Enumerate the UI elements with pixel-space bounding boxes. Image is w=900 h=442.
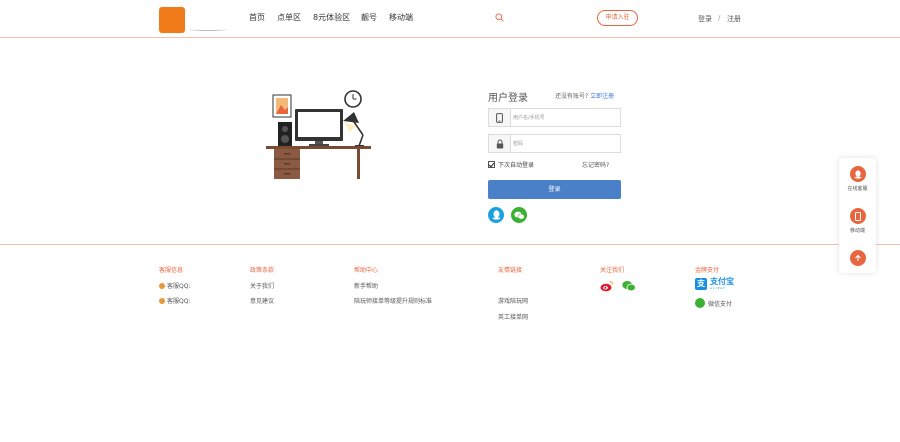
qq-avatar-icon xyxy=(159,282,165,289)
header-login-link[interactable]: 登录 xyxy=(698,14,712,24)
remember-me[interactable]: 下次自动登录 xyxy=(488,160,534,169)
apply-join-button[interactable]: 申请入驻 xyxy=(597,10,638,26)
nav-home[interactable]: 首页 xyxy=(249,12,265,23)
footer-title-links: 友情链接 xyxy=(498,267,523,274)
service-qq-2[interactable]: 客服QQ: xyxy=(159,296,190,305)
footer-divider xyxy=(0,244,900,245)
wechat-pay-icon xyxy=(695,298,705,308)
alipay-sub: ALIPAY xyxy=(710,286,726,290)
arrow-up-icon xyxy=(849,250,866,266)
logo-wordmark xyxy=(189,9,229,31)
login-title: 用户登录 xyxy=(488,93,528,104)
qq-login-icon[interactable] xyxy=(488,207,504,223)
footer-newbie-help-link[interactable]: 新手帮助 xyxy=(354,281,378,290)
phone-icon xyxy=(489,109,511,126)
search-icon[interactable] xyxy=(495,13,504,22)
mobile-label: 移动端 xyxy=(849,228,865,234)
footer-about-link[interactable]: 关于我们 xyxy=(250,281,274,290)
forgot-password-link[interactable]: 忘记密码? xyxy=(582,160,609,169)
mobile-side-button[interactable]: 移动端 xyxy=(839,208,876,234)
footer-friend-link[interactable]: 英工接单网 xyxy=(498,312,528,321)
qq-avatar-icon xyxy=(159,297,165,304)
alipay-icon: 支 xyxy=(695,278,707,290)
footer-friend-link[interactable]: 游戏陪玩网 xyxy=(498,296,528,305)
site-header: 首页 点单区 8元体验区 靓号 移动端 申请入驻 登录 / 注册 xyxy=(0,0,900,38)
username-input[interactable] xyxy=(513,110,618,125)
footer-feedback-link[interactable]: 意见建议 xyxy=(250,296,274,305)
username-field xyxy=(488,108,621,127)
weibo-icon[interactable] xyxy=(600,280,614,292)
lock-icon xyxy=(489,135,511,152)
online-service-button[interactable]: 在线客服 xyxy=(839,166,876,192)
footer-title-follow: 关注我们 xyxy=(600,267,625,274)
service-qq-label: 客服QQ: xyxy=(167,283,191,290)
desk-illustration xyxy=(266,90,371,179)
back-to-top-button[interactable] xyxy=(839,250,876,269)
alipay-logo: 支 支付宝 ALIPAY xyxy=(695,278,734,290)
wechat-pay-logo: 微信支付 xyxy=(695,298,732,308)
header-separator: / xyxy=(718,14,721,22)
footer-title-service: 客服信息 xyxy=(159,267,184,274)
service-qq-label: 客服QQ: xyxy=(167,298,191,305)
service-qq-1[interactable]: 客服QQ: xyxy=(159,281,190,290)
alipay-text: 支付宝 xyxy=(710,277,734,286)
footer-title-policy: 政策条款 xyxy=(250,267,275,274)
nav-trial-zone[interactable]: 8元体验区 xyxy=(313,12,350,23)
footer-title-help: 帮助中心 xyxy=(354,267,379,274)
service-label: 在线客服 xyxy=(847,186,868,192)
password-field xyxy=(488,134,621,153)
nav-premium-id[interactable]: 靓号 xyxy=(361,12,377,23)
register-prompt: 还没有账号? 立即注册 xyxy=(555,91,614,100)
remember-label: 下次自动登录 xyxy=(498,162,535,169)
service-icon xyxy=(849,166,866,182)
site-logo[interactable] xyxy=(159,7,185,33)
login-submit-button[interactable]: 登录 xyxy=(488,180,621,199)
mobile-phone-icon xyxy=(849,208,866,224)
register-now-link[interactable]: 立即注册 xyxy=(590,93,614,100)
logo-swoosh xyxy=(189,28,227,31)
floating-sidebar: 在线客服 移动端 xyxy=(839,158,876,273)
nav-mobile[interactable]: 移动端 xyxy=(389,12,413,23)
no-account-text: 还没有账号? xyxy=(555,93,589,100)
footer-level-rules-link[interactable]: 陪玩师接单等级提升规则标准 xyxy=(354,296,432,305)
wechat-pay-text: 微信支付 xyxy=(708,300,733,308)
password-input[interactable] xyxy=(513,136,618,151)
nav-order-zone[interactable]: 点单区 xyxy=(277,12,301,23)
wechat-login-icon[interactable] xyxy=(511,207,527,223)
wechat-follow-icon[interactable] xyxy=(622,280,636,292)
header-register-link[interactable]: 注册 xyxy=(727,14,741,24)
remember-checkbox[interactable] xyxy=(488,161,495,168)
footer-title-payment: 金牌支付 xyxy=(695,267,720,274)
